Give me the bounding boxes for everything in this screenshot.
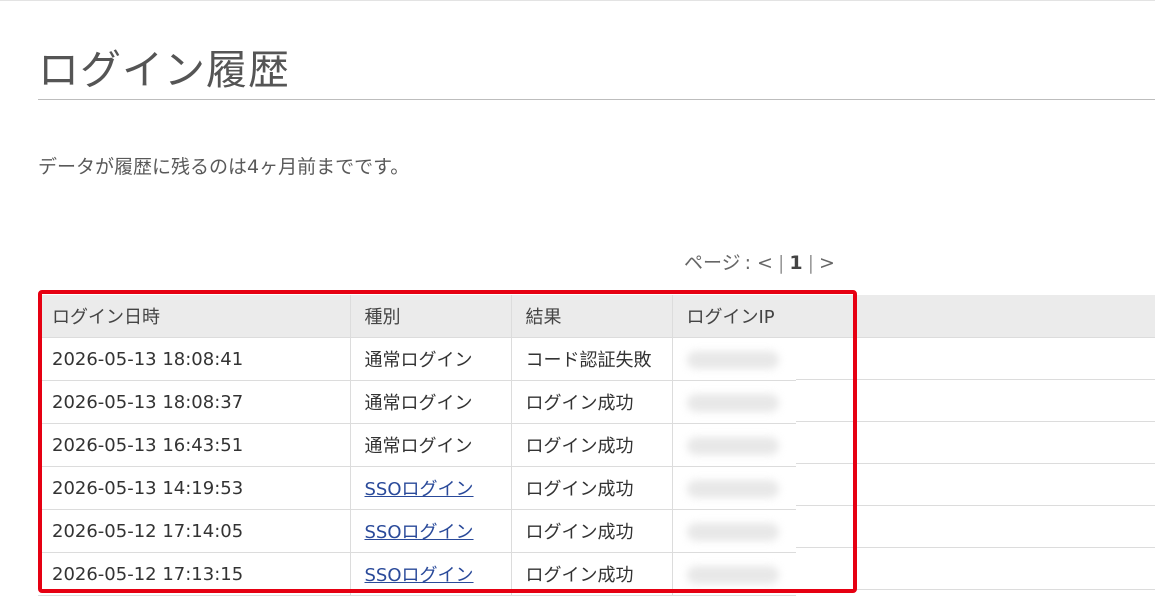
redacted-ip: [686, 393, 779, 412]
cell-result-fail: コード認証失敗: [511, 337, 673, 381]
login-history-table: ログイン日時 種別 結果 ログインIP 2026-05-13 18:08:41 …: [38, 295, 796, 596]
cell-type: SSOログイン: [350, 552, 512, 596]
retention-notice: データが履歴に残るのは4ヶ月前までです。: [38, 156, 410, 178]
cell-ip: [672, 337, 796, 381]
cell-datetime: 2026-05-13 18:08:37: [38, 380, 351, 424]
redacted-ip: [686, 479, 779, 498]
cell-result: ログイン成功: [511, 552, 673, 596]
table-row: 2026-05-12 17:14:05 SSOログイン ログイン成功: [38, 509, 796, 553]
pager-colon: :: [744, 252, 752, 274]
redacted-ip: [686, 436, 779, 455]
header-login-datetime: ログイン日時: [38, 295, 351, 338]
table-row: 2026-05-13 16:43:51 通常ログイン ログイン成功: [38, 423, 796, 467]
cell-result: ログイン成功: [511, 423, 673, 467]
pager-separator: |: [777, 252, 785, 274]
cell-datetime: 2026-05-13 16:43:51: [38, 423, 351, 467]
table-row: 2026-05-13 18:08:41 通常ログイン コード認証失敗: [38, 337, 796, 381]
table-row: 2026-05-13 14:19:53 SSOログイン ログイン成功: [38, 466, 796, 510]
cell-result: ログイン成功: [511, 380, 673, 424]
cell-type: 通常ログイン: [350, 423, 512, 467]
redacted-ip: [686, 522, 779, 541]
cell-type: SSOログイン: [350, 509, 512, 553]
pager: ページ: < | 1 | >: [684, 249, 835, 277]
cell-ip: [672, 552, 796, 596]
table-row: 2026-05-13 18:08:37 通常ログイン ログイン成功: [38, 380, 796, 424]
cell-datetime: 2026-05-12 17:14:05: [38, 509, 351, 553]
redacted-ip: [686, 565, 779, 584]
cell-datetime: 2026-05-12 17:13:15: [38, 552, 351, 596]
top-divider: [0, 0, 1155, 1]
cell-datetime: 2026-05-13 14:19:53: [38, 466, 351, 510]
cell-type: 通常ログイン: [350, 380, 512, 424]
table-row: 2026-05-12 17:13:15 SSOログイン ログイン成功: [38, 552, 796, 596]
cell-type: 通常ログイン: [350, 337, 512, 381]
cell-ip: [672, 423, 796, 467]
cell-ip: [672, 466, 796, 510]
table-header-row: ログイン日時 種別 結果 ログインIP: [38, 295, 796, 338]
header-result: 結果: [511, 295, 673, 338]
header-login-ip: ログインIP: [672, 295, 796, 338]
cell-datetime: 2026-05-13 18:08:41: [38, 337, 351, 381]
sso-login-link[interactable]: SSOログイン: [365, 565, 474, 586]
pager-separator: |: [807, 252, 814, 274]
title-underline: [38, 99, 1155, 100]
page-title: ログイン履歴: [38, 46, 290, 94]
pager-next-link[interactable]: >: [819, 252, 835, 274]
pager-prev-link[interactable]: <: [757, 252, 773, 274]
cell-ip: [672, 509, 796, 553]
cell-result: ログイン成功: [511, 466, 673, 510]
header-type: 種別: [350, 295, 512, 338]
pager-label: ページ: [684, 252, 741, 274]
cell-result: ログイン成功: [511, 509, 673, 553]
pager-current-page: 1: [789, 252, 803, 274]
cell-type: SSOログイン: [350, 466, 512, 510]
redacted-ip: [686, 350, 779, 369]
cell-ip: [672, 380, 796, 424]
sso-login-link[interactable]: SSOログイン: [365, 479, 474, 500]
sso-login-link[interactable]: SSOログイン: [365, 522, 474, 543]
